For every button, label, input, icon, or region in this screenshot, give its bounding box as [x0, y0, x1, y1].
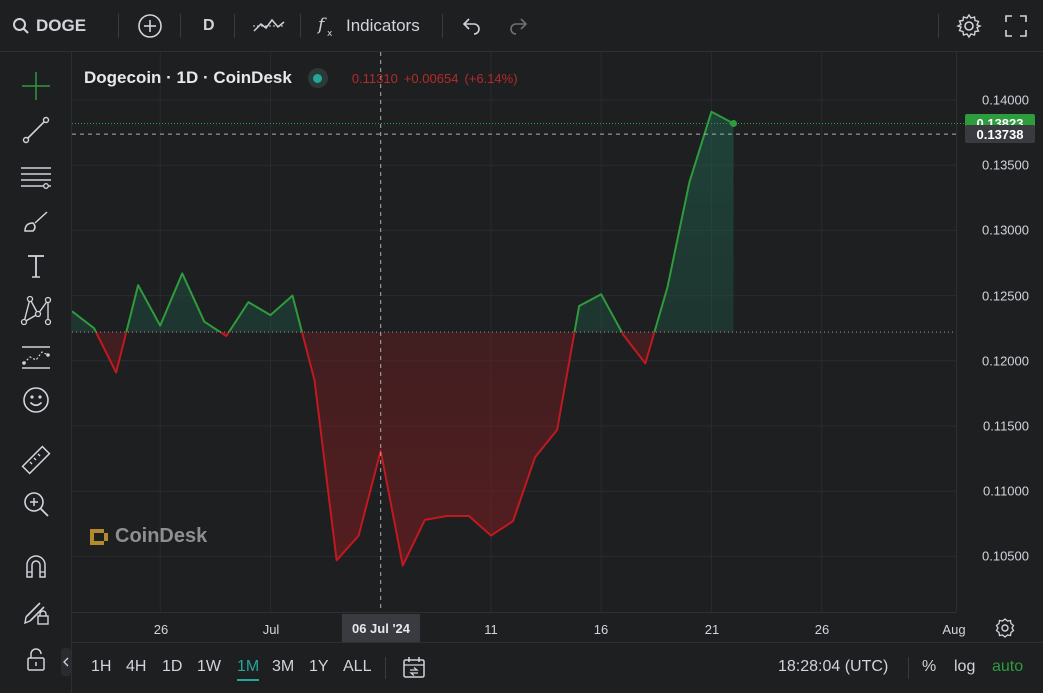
- time-label: 11: [484, 622, 498, 637]
- price-label: 0.10500: [982, 548, 1029, 564]
- range-1y[interactable]: 1Y: [309, 658, 329, 676]
- crosshair-date-label: 06 Jul '24: [341, 614, 421, 642]
- legend-close: 0.11310: [351, 70, 398, 86]
- bottom-divider: [385, 657, 386, 679]
- legend-change: +0.00654: [403, 70, 459, 86]
- last-point-marker: [730, 119, 737, 127]
- calendar-range-icon: [403, 657, 425, 678]
- price-label: 0.14000: [982, 92, 1029, 108]
- legend-title: Dogecoin · 1D · CoinDesk: [84, 68, 292, 87]
- time-label: 26: [153, 622, 169, 637]
- time-axis[interactable]: 26 Jul 11 16 21 26 Aug 06 Jul '24: [72, 612, 966, 642]
- time-label: 21: [704, 622, 720, 637]
- price-label: 0.11000: [982, 483, 1029, 499]
- range-3m[interactable]: 3M: [272, 658, 294, 676]
- date-range-button[interactable]: [401, 655, 427, 686]
- time-label: 26: [814, 622, 830, 637]
- price-label: 0.13000: [982, 222, 1029, 238]
- coindesk-logo-icon: [90, 528, 108, 545]
- price-label: 0.13500: [982, 157, 1029, 173]
- watermark-text: CoinDesk: [115, 525, 208, 547]
- percent-scale-toggle[interactable]: %: [922, 658, 936, 676]
- axis-settings-icon[interactable]: [994, 617, 1016, 639]
- price-chart[interactable]: [0, 0, 1043, 693]
- range-1d[interactable]: 1D: [162, 658, 182, 676]
- area-fill-down: [72, 332, 734, 566]
- range-1w[interactable]: 1W: [197, 658, 221, 676]
- range-1h[interactable]: 1H: [91, 658, 111, 676]
- chart-area-fill: [72, 111, 734, 566]
- auto-scale-toggle[interactable]: auto: [992, 658, 1023, 676]
- chart-legend: Dogecoin · 1D · CoinDesk 0.11310 +0.0065…: [84, 66, 518, 90]
- range-1m[interactable]: 1M: [237, 658, 260, 681]
- range-4h[interactable]: 4H: [126, 658, 146, 676]
- price-label: 0.12500: [982, 288, 1029, 304]
- bottom-toolbar: 1H 4H 1D 1W 1M 3M 1Y ALL 18:28:04 (UTC) …: [72, 642, 1043, 693]
- log-scale-toggle[interactable]: log: [954, 658, 975, 676]
- time-label: 16: [593, 622, 609, 637]
- legend-change-pct: (+6.14%): [464, 70, 518, 86]
- price-label: 0.11500: [982, 418, 1029, 434]
- coindesk-watermark: CoinDesk: [88, 525, 207, 548]
- bottom-divider: [908, 657, 909, 679]
- price-label: 0.12000: [982, 353, 1029, 369]
- time-label: Jul: [262, 622, 280, 637]
- legend-values: 0.11310 +0.00654 (+6.14%): [352, 71, 518, 86]
- crosshair-price-tag: 0.13738: [965, 125, 1035, 144]
- clock-time[interactable]: 18:28:04 (UTC): [778, 658, 888, 676]
- range-all[interactable]: ALL: [343, 658, 371, 676]
- time-label: Aug: [942, 622, 966, 637]
- market-status-icon: [307, 68, 328, 88]
